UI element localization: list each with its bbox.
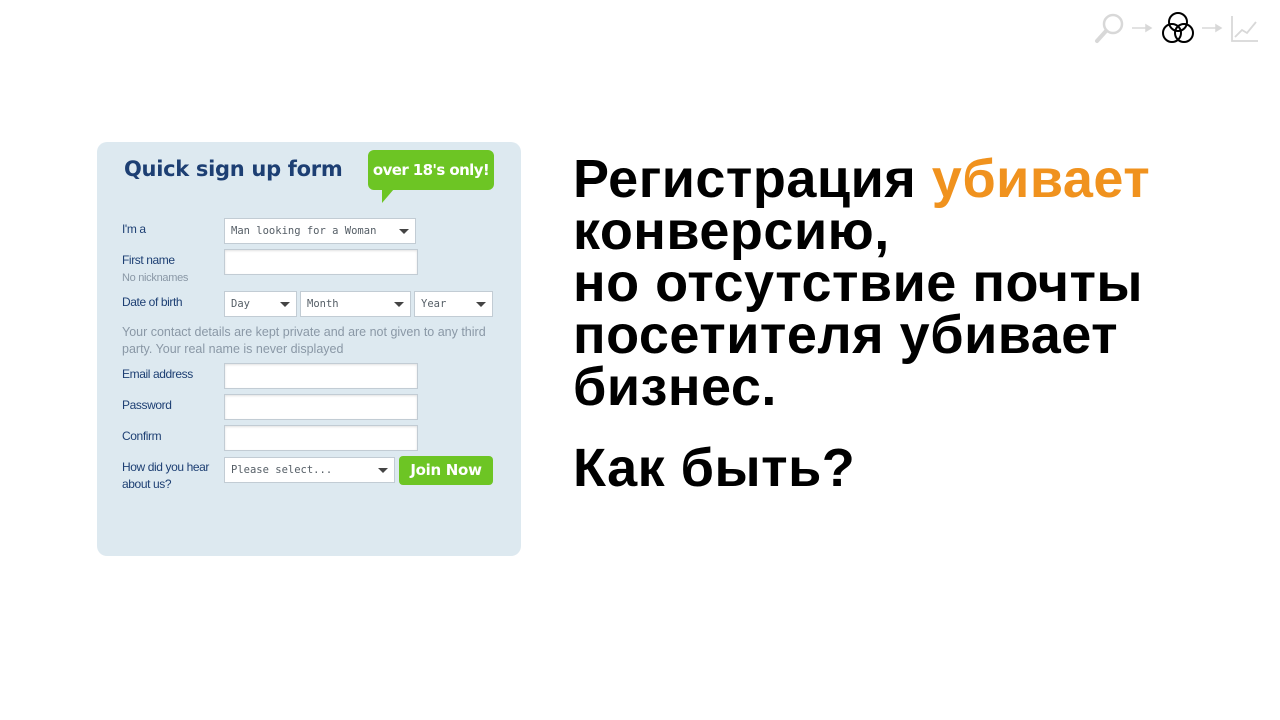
dob-month-value: Month xyxy=(307,298,339,310)
dob-label: Date of birth xyxy=(122,295,183,309)
chevron-down-icon xyxy=(470,292,492,316)
join-now-button[interactable]: Join Now xyxy=(399,456,493,485)
iam-select[interactable]: Man looking for a Woman xyxy=(224,218,416,244)
magnifier-icon xyxy=(1095,13,1124,43)
hear-label-line1: How did you hear xyxy=(122,460,209,474)
process-icons xyxy=(1095,12,1258,43)
chevron-down-icon xyxy=(388,292,410,316)
password-label: Password xyxy=(122,398,172,412)
headline-line5: бизнес. xyxy=(573,357,777,417)
dob-year-value: Year xyxy=(421,298,447,310)
chevron-down-icon xyxy=(372,458,394,482)
arrow-right-icon xyxy=(1132,23,1153,33)
confirm-label: Confirm xyxy=(122,429,162,443)
question-heading: Как быть? xyxy=(573,438,856,498)
first-name-label: First name xyxy=(122,253,175,267)
iam-select-value: Man looking for a Woman xyxy=(231,225,377,237)
dob-year-select[interactable]: Year xyxy=(414,291,493,317)
headline-line1-start: Регистрация xyxy=(573,149,932,209)
headline-line2: конверсию, xyxy=(573,201,890,261)
badge-tail xyxy=(382,189,394,203)
slide: Quick sign up form over 18's only! I'm a… xyxy=(0,0,1280,720)
email-field[interactable] xyxy=(224,363,418,389)
hear-select-value: Please select... xyxy=(231,464,333,476)
hear-select[interactable]: Please select... xyxy=(224,457,395,483)
signup-form: Quick sign up form over 18's only! I'm a… xyxy=(97,142,521,556)
privacy-note: Your contact details are kept private an… xyxy=(122,325,486,356)
age-badge-label: over 18's only! xyxy=(372,161,490,179)
first-name-hint: No nicknames xyxy=(122,272,189,284)
venn-circles-icon xyxy=(1162,12,1194,43)
line-chart-icon xyxy=(1231,16,1258,42)
dob-day-value: Day xyxy=(231,298,250,310)
iam-label: I'm a xyxy=(122,222,146,236)
headline-line1: Регистрация убивает xyxy=(573,152,1263,206)
dob-day-select[interactable]: Day xyxy=(224,291,297,317)
arrow-right-icon xyxy=(1202,23,1223,33)
dob-month-select[interactable]: Month xyxy=(300,291,411,317)
first-name-field[interactable] xyxy=(224,249,418,275)
form-title: Quick sign up form xyxy=(124,157,343,181)
email-label: Email address xyxy=(122,367,193,381)
age-badge: over 18's only! xyxy=(368,150,494,203)
hear-label-line2: about us? xyxy=(122,477,172,491)
chevron-down-icon xyxy=(393,219,415,243)
password-field[interactable] xyxy=(224,394,418,420)
headline-line3: но отсутствие почты xyxy=(573,253,1144,313)
headline-highlight: убивает xyxy=(931,149,1151,209)
headline-line4: посетителя убивает xyxy=(573,305,1119,365)
headline: Регистрация убивает конверсию, но отсутс… xyxy=(573,152,1263,417)
chevron-down-icon xyxy=(274,292,296,316)
confirm-password-field[interactable] xyxy=(224,425,418,451)
